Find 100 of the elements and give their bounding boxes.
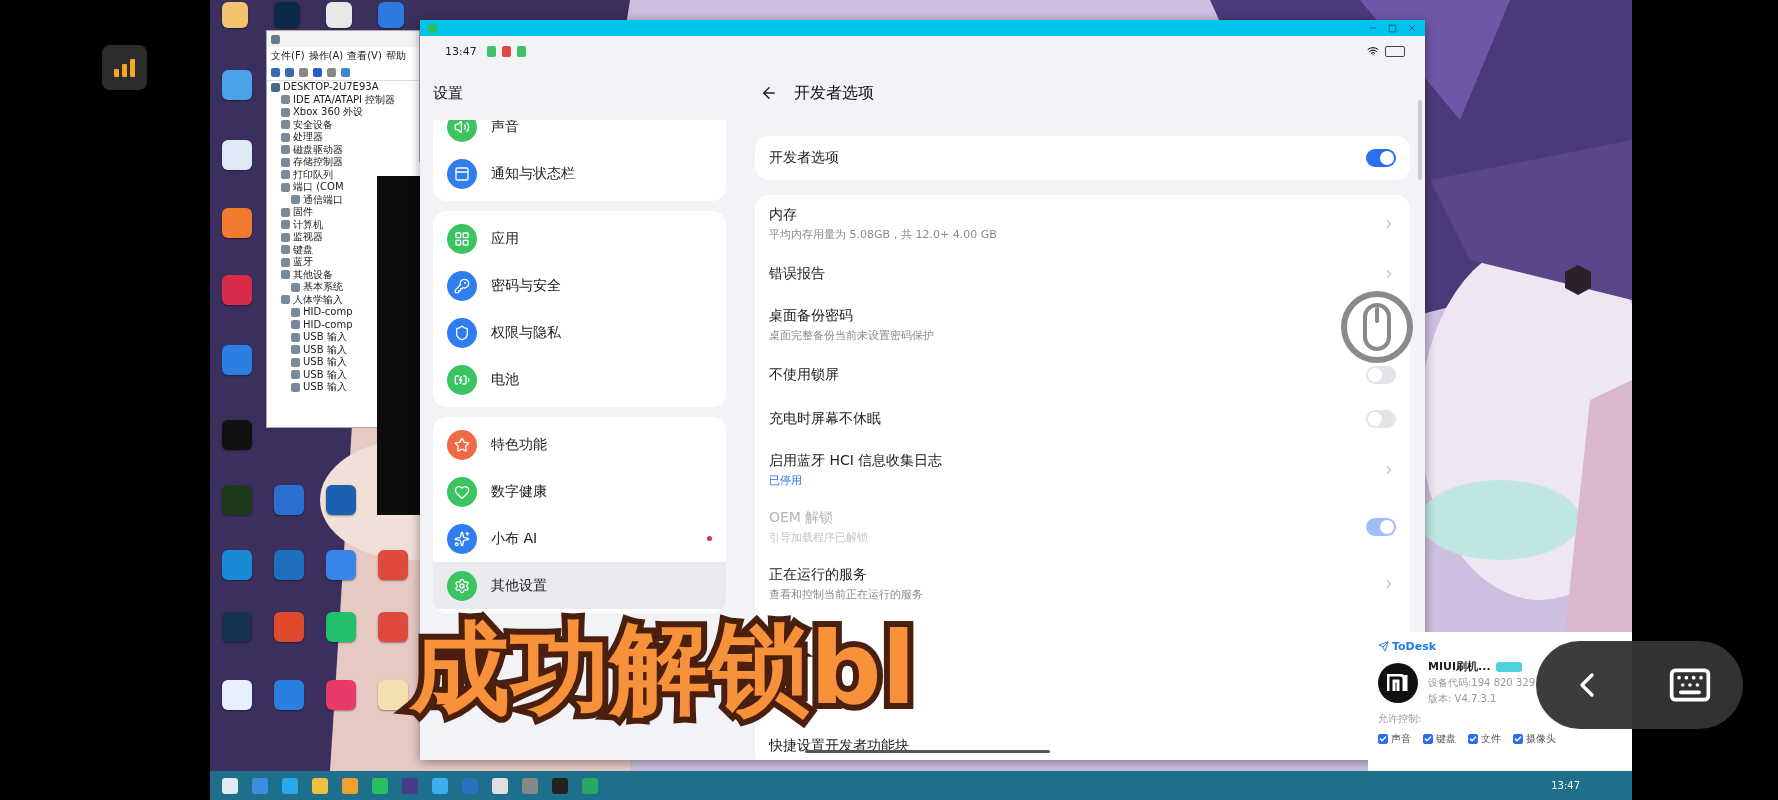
status-text: 已停用 xyxy=(769,472,803,488)
tree-item[interactable]: 端口 (COM xyxy=(293,181,344,194)
tree-item[interactable]: USB 输入 xyxy=(303,356,347,369)
signal-button[interactable] xyxy=(102,45,147,90)
device-name: MIUI刷机... xyxy=(1428,659,1491,674)
tree-item[interactable]: 磁盘驱动器 xyxy=(293,143,343,156)
taskbar-icon[interactable] xyxy=(222,777,238,794)
tree-item[interactable]: 存储控制器 xyxy=(293,156,343,169)
setting-description: 查看和控制当前正在运行的服务 xyxy=(769,586,923,602)
tree-item[interactable]: HID-comp xyxy=(303,318,353,331)
notification-icon xyxy=(516,45,526,57)
taskbar-icon[interactable] xyxy=(432,777,448,794)
tree-item[interactable]: USB 输入 xyxy=(303,343,347,356)
menu-item[interactable]: 帮助 xyxy=(385,49,406,63)
menu-item[interactable]: 查看(V) xyxy=(347,49,382,63)
setting-description: 桌面完整备份当前未设置密码保护 xyxy=(769,327,934,343)
status-time: 13:47 xyxy=(445,44,477,58)
app-icon[interactable] xyxy=(222,2,248,28)
item-label: 其他设置 xyxy=(491,576,547,595)
taskbar-icon[interactable] xyxy=(282,777,298,794)
taskbar-icon[interactable] xyxy=(312,777,328,794)
item-label: 数字健康 xyxy=(491,482,547,501)
setting-title: 内存 xyxy=(769,205,798,224)
app-icon[interactable] xyxy=(326,2,352,28)
taskbar-icon[interactable] xyxy=(492,777,508,794)
tree-item[interactable]: HID-comp xyxy=(303,306,353,319)
tree-item[interactable]: USB 输入 xyxy=(303,331,347,344)
tree-item[interactable]: 其他设备 xyxy=(293,268,333,281)
tree-item[interactable]: 计算机 xyxy=(293,218,323,231)
tree-item[interactable]: 监视器 xyxy=(293,231,323,244)
close-icon[interactable] xyxy=(1407,23,1417,33)
tree-item[interactable]: 处理器 xyxy=(293,131,323,144)
settings-item[interactable]: 电池 xyxy=(433,356,726,403)
toggle-switch[interactable] xyxy=(1366,366,1396,384)
tree-item[interactable]: 安全设备 xyxy=(293,118,333,131)
tree-item[interactable]: DESKTOP-2U7E93A xyxy=(283,81,379,94)
back-button[interactable] xyxy=(760,84,778,102)
tree-item[interactable]: 打印队列 xyxy=(293,168,333,181)
menu-item[interactable]: 操作(A) xyxy=(308,49,344,63)
setting-title: 错误报告 xyxy=(769,265,825,283)
settings-item[interactable]: 其他设置 xyxy=(433,562,726,609)
tree-item[interactable]: 键盘 xyxy=(293,243,313,256)
tree-item[interactable]: 固件 xyxy=(293,206,313,219)
wifi-icon xyxy=(1367,45,1379,57)
tree-item[interactable]: IDE ATA/ATAPI 控制器 xyxy=(293,93,396,106)
tree-item[interactable]: Xbox 360 外设 xyxy=(293,106,364,119)
checkbox[interactable] xyxy=(1423,734,1433,744)
taskbar-icon[interactable] xyxy=(342,777,358,794)
checkbox-label: 声音 xyxy=(1391,732,1411,746)
setting-title: 桌面备份密码 xyxy=(769,306,854,325)
checkbox[interactable] xyxy=(1513,734,1523,744)
settings-item[interactable]: 权限与隐私 xyxy=(433,309,726,356)
setting-title: 不使用锁屏 xyxy=(769,366,839,384)
setting-title: 充电时屏幕不休眠 xyxy=(769,410,881,428)
clock: 13:47 xyxy=(1551,780,1581,791)
battery-icon xyxy=(1385,45,1405,57)
tree-item[interactable]: 基本系统 xyxy=(303,281,343,294)
maximize-icon[interactable] xyxy=(1388,23,1397,33)
status-tag xyxy=(1495,661,1522,672)
settings-item[interactable]: 应用 xyxy=(433,215,726,262)
app-icon[interactable] xyxy=(378,680,408,710)
checkbox-label: 摄像头 xyxy=(1526,732,1556,746)
device-code: 设备代码:194 820 329 xyxy=(1428,676,1535,690)
menu-item[interactable]: 文件(F) xyxy=(271,49,305,63)
toggle-switch[interactable] xyxy=(1366,410,1396,428)
checkbox[interactable] xyxy=(1468,734,1478,744)
setting-title: OEM 解锁 xyxy=(769,508,835,527)
page-title: 开发者选项 xyxy=(794,82,874,104)
scrollbar[interactable] xyxy=(1418,100,1422,180)
taskbar-icon[interactable] xyxy=(552,777,568,794)
tree-item[interactable]: USB 输入 xyxy=(303,381,347,394)
app-icon[interactable] xyxy=(222,70,252,100)
tree-item[interactable]: 蓝牙 xyxy=(293,256,313,269)
app-icon xyxy=(428,23,437,33)
taskbar-icon[interactable] xyxy=(372,777,388,794)
checkbox[interactable] xyxy=(1378,734,1388,744)
app-icon[interactable] xyxy=(222,208,252,238)
item-label: 密码与安全 xyxy=(491,276,561,295)
page-title: 设置 xyxy=(433,83,463,103)
setting-title: 启用蓝牙 HCI 信息收集日志 xyxy=(769,451,943,470)
setting-description: 平均内存用量为 5.08GB，共 12.0+ 4.00 GB xyxy=(769,226,997,242)
avatar xyxy=(1378,662,1418,703)
item-label: 权限与隐私 xyxy=(491,323,561,342)
tree-item[interactable]: USB 输入 xyxy=(303,368,347,381)
version-text: 版本: V4.7.3.1 xyxy=(1428,692,1498,706)
toggle-switch[interactable] xyxy=(1366,149,1396,167)
settings-item[interactable]: 数字健康 xyxy=(433,468,726,515)
setting-title: 正在运行的服务 xyxy=(769,565,868,584)
tree-item[interactable]: 人体学输入 xyxy=(293,293,343,306)
taskbar-icon[interactable] xyxy=(582,777,598,794)
notification-icon xyxy=(501,45,511,57)
tree-item[interactable]: 通信端口 xyxy=(303,193,343,206)
section-label: 允许控制: xyxy=(1378,712,1423,726)
app-icon[interactable] xyxy=(222,680,252,710)
settings-item[interactable]: 小布 AI xyxy=(433,515,726,562)
settings-item[interactable]: 通知与状态栏 xyxy=(433,150,726,197)
app-icon[interactable] xyxy=(222,140,252,170)
item-label: 特色功能 xyxy=(491,435,547,454)
settings-item[interactable]: 密码与安全 xyxy=(433,262,726,309)
settings-item[interactable]: 特色功能 xyxy=(433,421,726,468)
